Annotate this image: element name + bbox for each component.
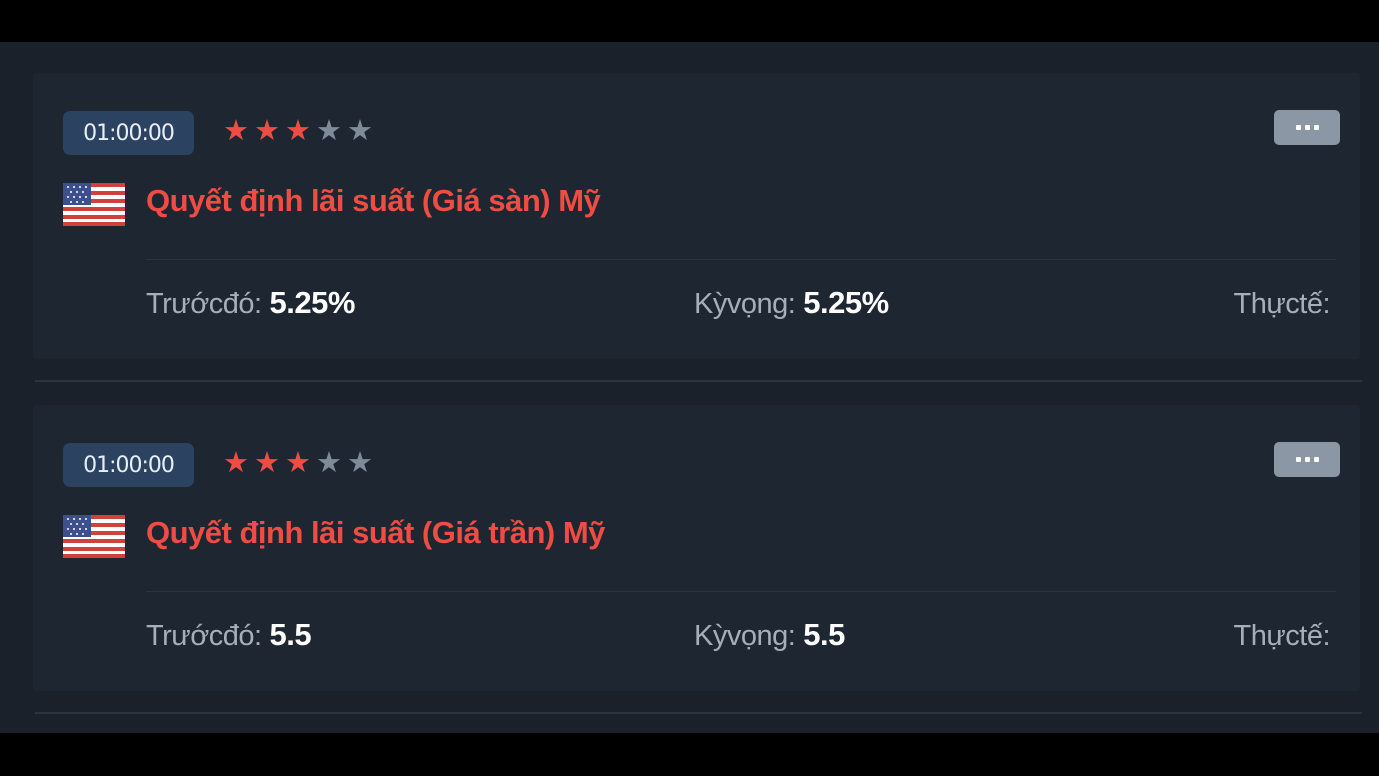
ellipsis-icon bbox=[1295, 457, 1301, 462]
us-flag-icon bbox=[63, 183, 125, 226]
card-separator bbox=[35, 380, 1362, 382]
calendar-screen: 01:00:00 ★ ★ ★ ★ ★ Quyết định lãi suất (… bbox=[0, 42, 1379, 733]
ellipsis-dot bbox=[1313, 457, 1319, 462]
ellipsis-dot bbox=[1304, 125, 1310, 130]
star-filled-icon: ★ bbox=[254, 113, 280, 147]
forecast-label: Kỳvọng: bbox=[694, 288, 796, 320]
more-options-button[interactable] bbox=[1274, 442, 1340, 477]
star-filled-icon: ★ bbox=[285, 445, 311, 479]
forecast-value: 5.5 bbox=[803, 617, 845, 652]
star-filled-icon: ★ bbox=[223, 113, 249, 147]
star-empty-icon: ★ bbox=[347, 445, 373, 479]
previous-label: Trướcđó: bbox=[146, 620, 262, 652]
more-options-button[interactable] bbox=[1274, 110, 1340, 145]
star-filled-icon: ★ bbox=[254, 445, 280, 479]
importance-stars: ★ ★ ★ ★ ★ bbox=[223, 113, 373, 147]
event-card[interactable]: 01:00:00 ★ ★ ★ ★ ★ Quyết định lãi suất (… bbox=[33, 73, 1360, 359]
event-title[interactable]: Quyết định lãi suất (Giá trần) Mỹ bbox=[146, 515, 605, 551]
ellipsis-icon bbox=[1295, 125, 1301, 130]
event-time-badge: 01:00:00 bbox=[63, 111, 194, 155]
ellipsis-dot bbox=[1313, 125, 1319, 130]
divider bbox=[146, 259, 1336, 260]
us-flag-icon bbox=[63, 515, 125, 558]
actual-label: Thựctế: bbox=[1233, 620, 1331, 652]
previous-value-row: Trướcđó: 5.5 bbox=[146, 617, 312, 653]
ellipsis-dot bbox=[1304, 457, 1310, 462]
forecast-value-row: Kỳvọng: 5.25% bbox=[694, 285, 889, 321]
forecast-value: 5.25% bbox=[803, 285, 889, 320]
star-empty-icon: ★ bbox=[347, 113, 373, 147]
star-filled-icon: ★ bbox=[285, 113, 311, 147]
previous-value: 5.5 bbox=[269, 617, 312, 652]
actual-value-row: Thựctế: bbox=[1234, 285, 1339, 321]
star-filled-icon: ★ bbox=[223, 445, 249, 479]
actual-value-row: Thựctế: bbox=[1234, 617, 1339, 653]
event-title[interactable]: Quyết định lãi suất (Giá sàn) Mỹ bbox=[146, 183, 601, 219]
event-card[interactable]: 01:00:00 ★ ★ ★ ★ ★ Quyết định lãi suất (… bbox=[33, 405, 1360, 691]
actual-label: Thựctế: bbox=[1233, 288, 1331, 320]
previous-value: 5.25% bbox=[269, 285, 356, 320]
star-empty-icon: ★ bbox=[316, 113, 342, 147]
divider bbox=[146, 591, 1336, 592]
forecast-label: Kỳvọng: bbox=[694, 620, 796, 652]
previous-label: Trướcđó: bbox=[146, 288, 262, 320]
card-separator bbox=[35, 712, 1362, 714]
previous-value-row: Trướcđó: 5.25% bbox=[146, 285, 355, 321]
importance-stars: ★ ★ ★ ★ ★ bbox=[223, 445, 373, 479]
forecast-value-row: Kỳvọng: 5.5 bbox=[694, 617, 845, 653]
star-empty-icon: ★ bbox=[316, 445, 342, 479]
event-time-badge: 01:00:00 bbox=[63, 443, 194, 487]
